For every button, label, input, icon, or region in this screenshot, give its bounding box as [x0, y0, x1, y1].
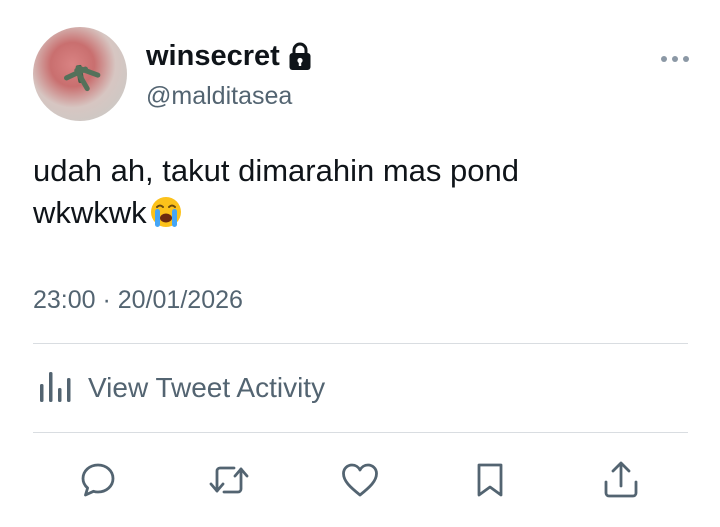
retweet-icon [208, 461, 250, 504]
tweet-timestamp: 23:00 · 20/01/2026 [33, 286, 243, 314]
share-icon [601, 460, 641, 505]
bookmark-button[interactable] [468, 460, 512, 504]
tweet-text-line-2-text: wkwkwk [33, 195, 147, 230]
bar-chart-icon [38, 368, 72, 409]
view-tweet-activity-button[interactable]: View Tweet Activity [38, 368, 325, 408]
more-horizontal-icon[interactable] [660, 52, 690, 64]
retweet-button[interactable] [207, 460, 251, 504]
reply-button[interactable] [76, 460, 120, 504]
share-button[interactable] [599, 460, 643, 504]
user-handle[interactable]: @malditasea [146, 80, 292, 112]
tweet-text-line-1: udah ah, takut dimarahin mas pond [33, 153, 519, 188]
reply-icon [79, 461, 117, 504]
view-tweet-activity-label: View Tweet Activity [88, 372, 326, 403]
tweet-text: udah ah, takut dimarahin mas pond wkwkwk [33, 150, 673, 240]
lock-icon [288, 41, 312, 71]
loudly-crying-face-icon [149, 195, 183, 240]
avatar[interactable] [33, 27, 127, 121]
divider [33, 343, 688, 344]
action-bar [0, 460, 720, 504]
display-name[interactable]: winsecret [146, 38, 280, 74]
heart-icon [340, 461, 380, 504]
bookmark-icon [473, 461, 507, 504]
author-name-row: winsecret [146, 38, 312, 74]
like-button[interactable] [338, 460, 382, 504]
tweet-text-line-2: wkwkwk [33, 192, 673, 240]
divider [33, 432, 688, 433]
